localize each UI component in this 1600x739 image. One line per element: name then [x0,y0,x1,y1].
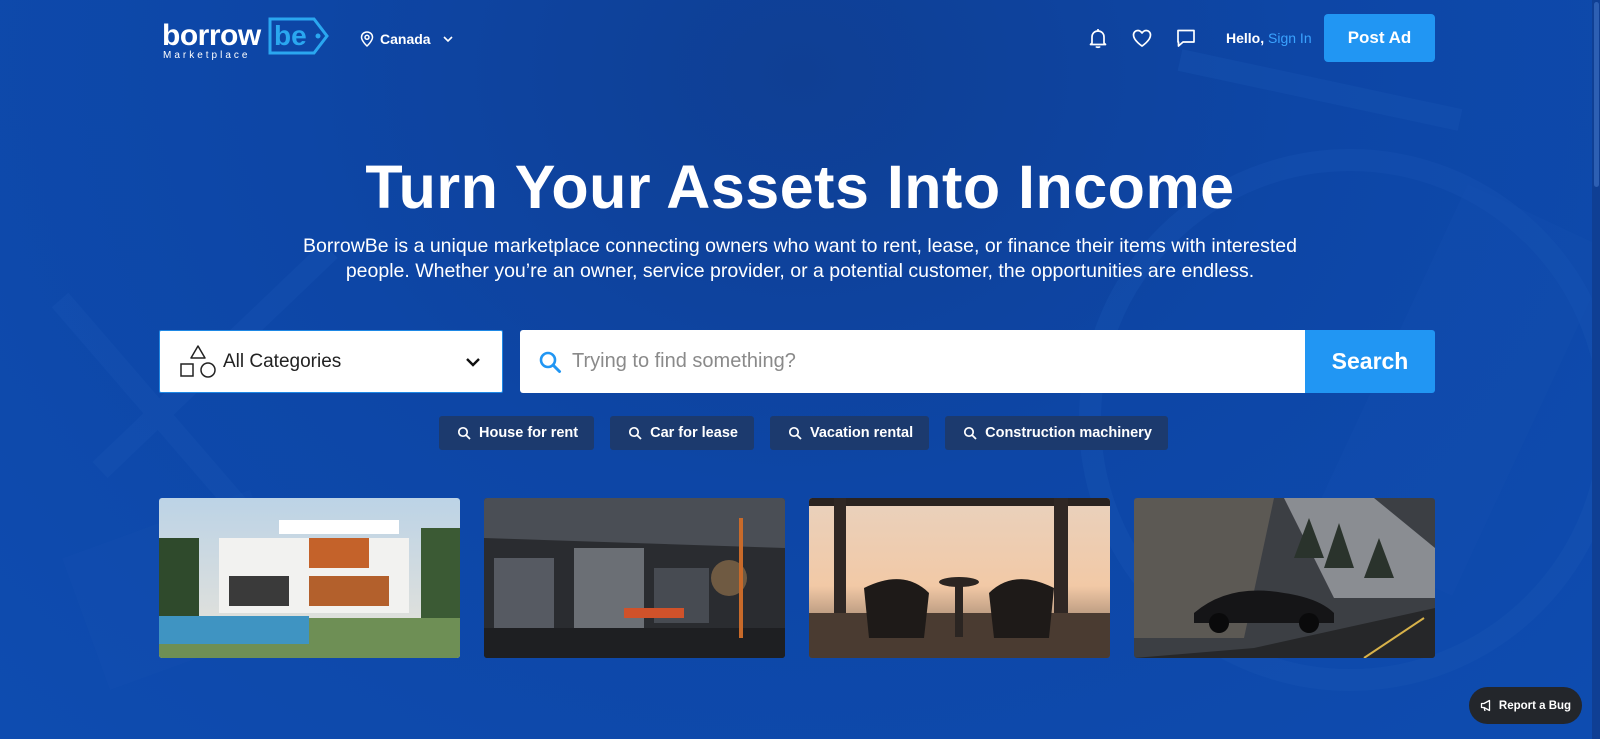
bell-icon[interactable] [1086,26,1110,50]
sign-in-link[interactable]: Sign In [1268,30,1312,46]
tag-house-for-rent[interactable]: House for rent [439,416,595,450]
card-modern-house[interactable] [159,498,460,658]
svg-text:borrow: borrow [162,19,262,52]
report-bug-label: Report a Bug [1498,699,1572,712]
category-shapes-icon [180,344,216,378]
hero-subtitle: BorrowBe is a unique marketplace connect… [276,234,1324,284]
location-selector[interactable]: Canada [360,27,455,51]
card-workshop[interactable] [484,498,785,658]
search-icon [964,426,977,440]
category-cards [159,498,1435,658]
search-icon [539,351,561,373]
quick-search-tags: House for rent Car for lease Vacation re… [439,416,1168,450]
hero-title: Turn Your Assets Into Income [365,153,1235,221]
modern-house-image [159,498,460,658]
search-button[interactable]: Search [1305,330,1435,393]
tag-label: House for rent [479,425,579,441]
hero-subtitle-line1: BorrowBe is a unique marketplace connect… [303,235,1297,257]
tag-label: Vacation rental [809,425,914,441]
category-select[interactable]: All Categories [159,330,503,393]
greeting-text: Hello, [1226,30,1265,46]
chat-icon[interactable] [1174,26,1198,50]
chevron-down-icon [466,357,480,367]
greeting: Hello, Sign In [1226,30,1312,46]
map-pin-icon [360,31,374,47]
page: borrow be Marketplace Canada Hello, Sign… [0,0,1600,739]
tag-vacation-rental[interactable]: Vacation rental [769,416,930,450]
location-label: Canada [380,31,431,47]
card-vacation[interactable] [809,498,1110,658]
header: borrow be Marketplace Canada Hello, Sign… [0,0,1600,78]
tag-label: Car for lease [650,425,738,441]
scrollbar-thumb[interactable] [1594,2,1599,187]
post-ad-button[interactable]: Post Ad [1324,14,1435,62]
search-icon [788,426,802,440]
svg-text:be: be [274,20,307,51]
industrial-workshop-image [484,498,785,658]
hero-subtitle-line2: people. Whether you’re an owner, service… [345,260,1255,282]
search-box [520,330,1305,393]
search-input[interactable] [570,349,1274,374]
search-icon [629,426,642,440]
heart-icon[interactable] [1130,26,1154,50]
tag-car-for-lease[interactable]: Car for lease [610,416,754,450]
category-label: All Categories [223,350,342,372]
borrowbe-logo[interactable]: borrow be Marketplace [162,16,330,60]
tag-label: Construction machinery [985,425,1152,441]
search-icon [457,426,471,440]
card-sports-car[interactable] [1134,498,1435,658]
vacation-terrace-image [809,498,1110,658]
sports-car-image [1134,498,1435,658]
chevron-down-icon [443,36,453,43]
report-bug-button[interactable]: Report a Bug [1469,687,1582,724]
megaphone-icon [1480,699,1491,712]
tag-construction-machinery[interactable]: Construction machinery [945,416,1168,450]
svg-text:Marketplace: Marketplace [163,50,250,60]
header-icons [1086,26,1198,50]
scrollbar[interactable] [1592,0,1600,739]
